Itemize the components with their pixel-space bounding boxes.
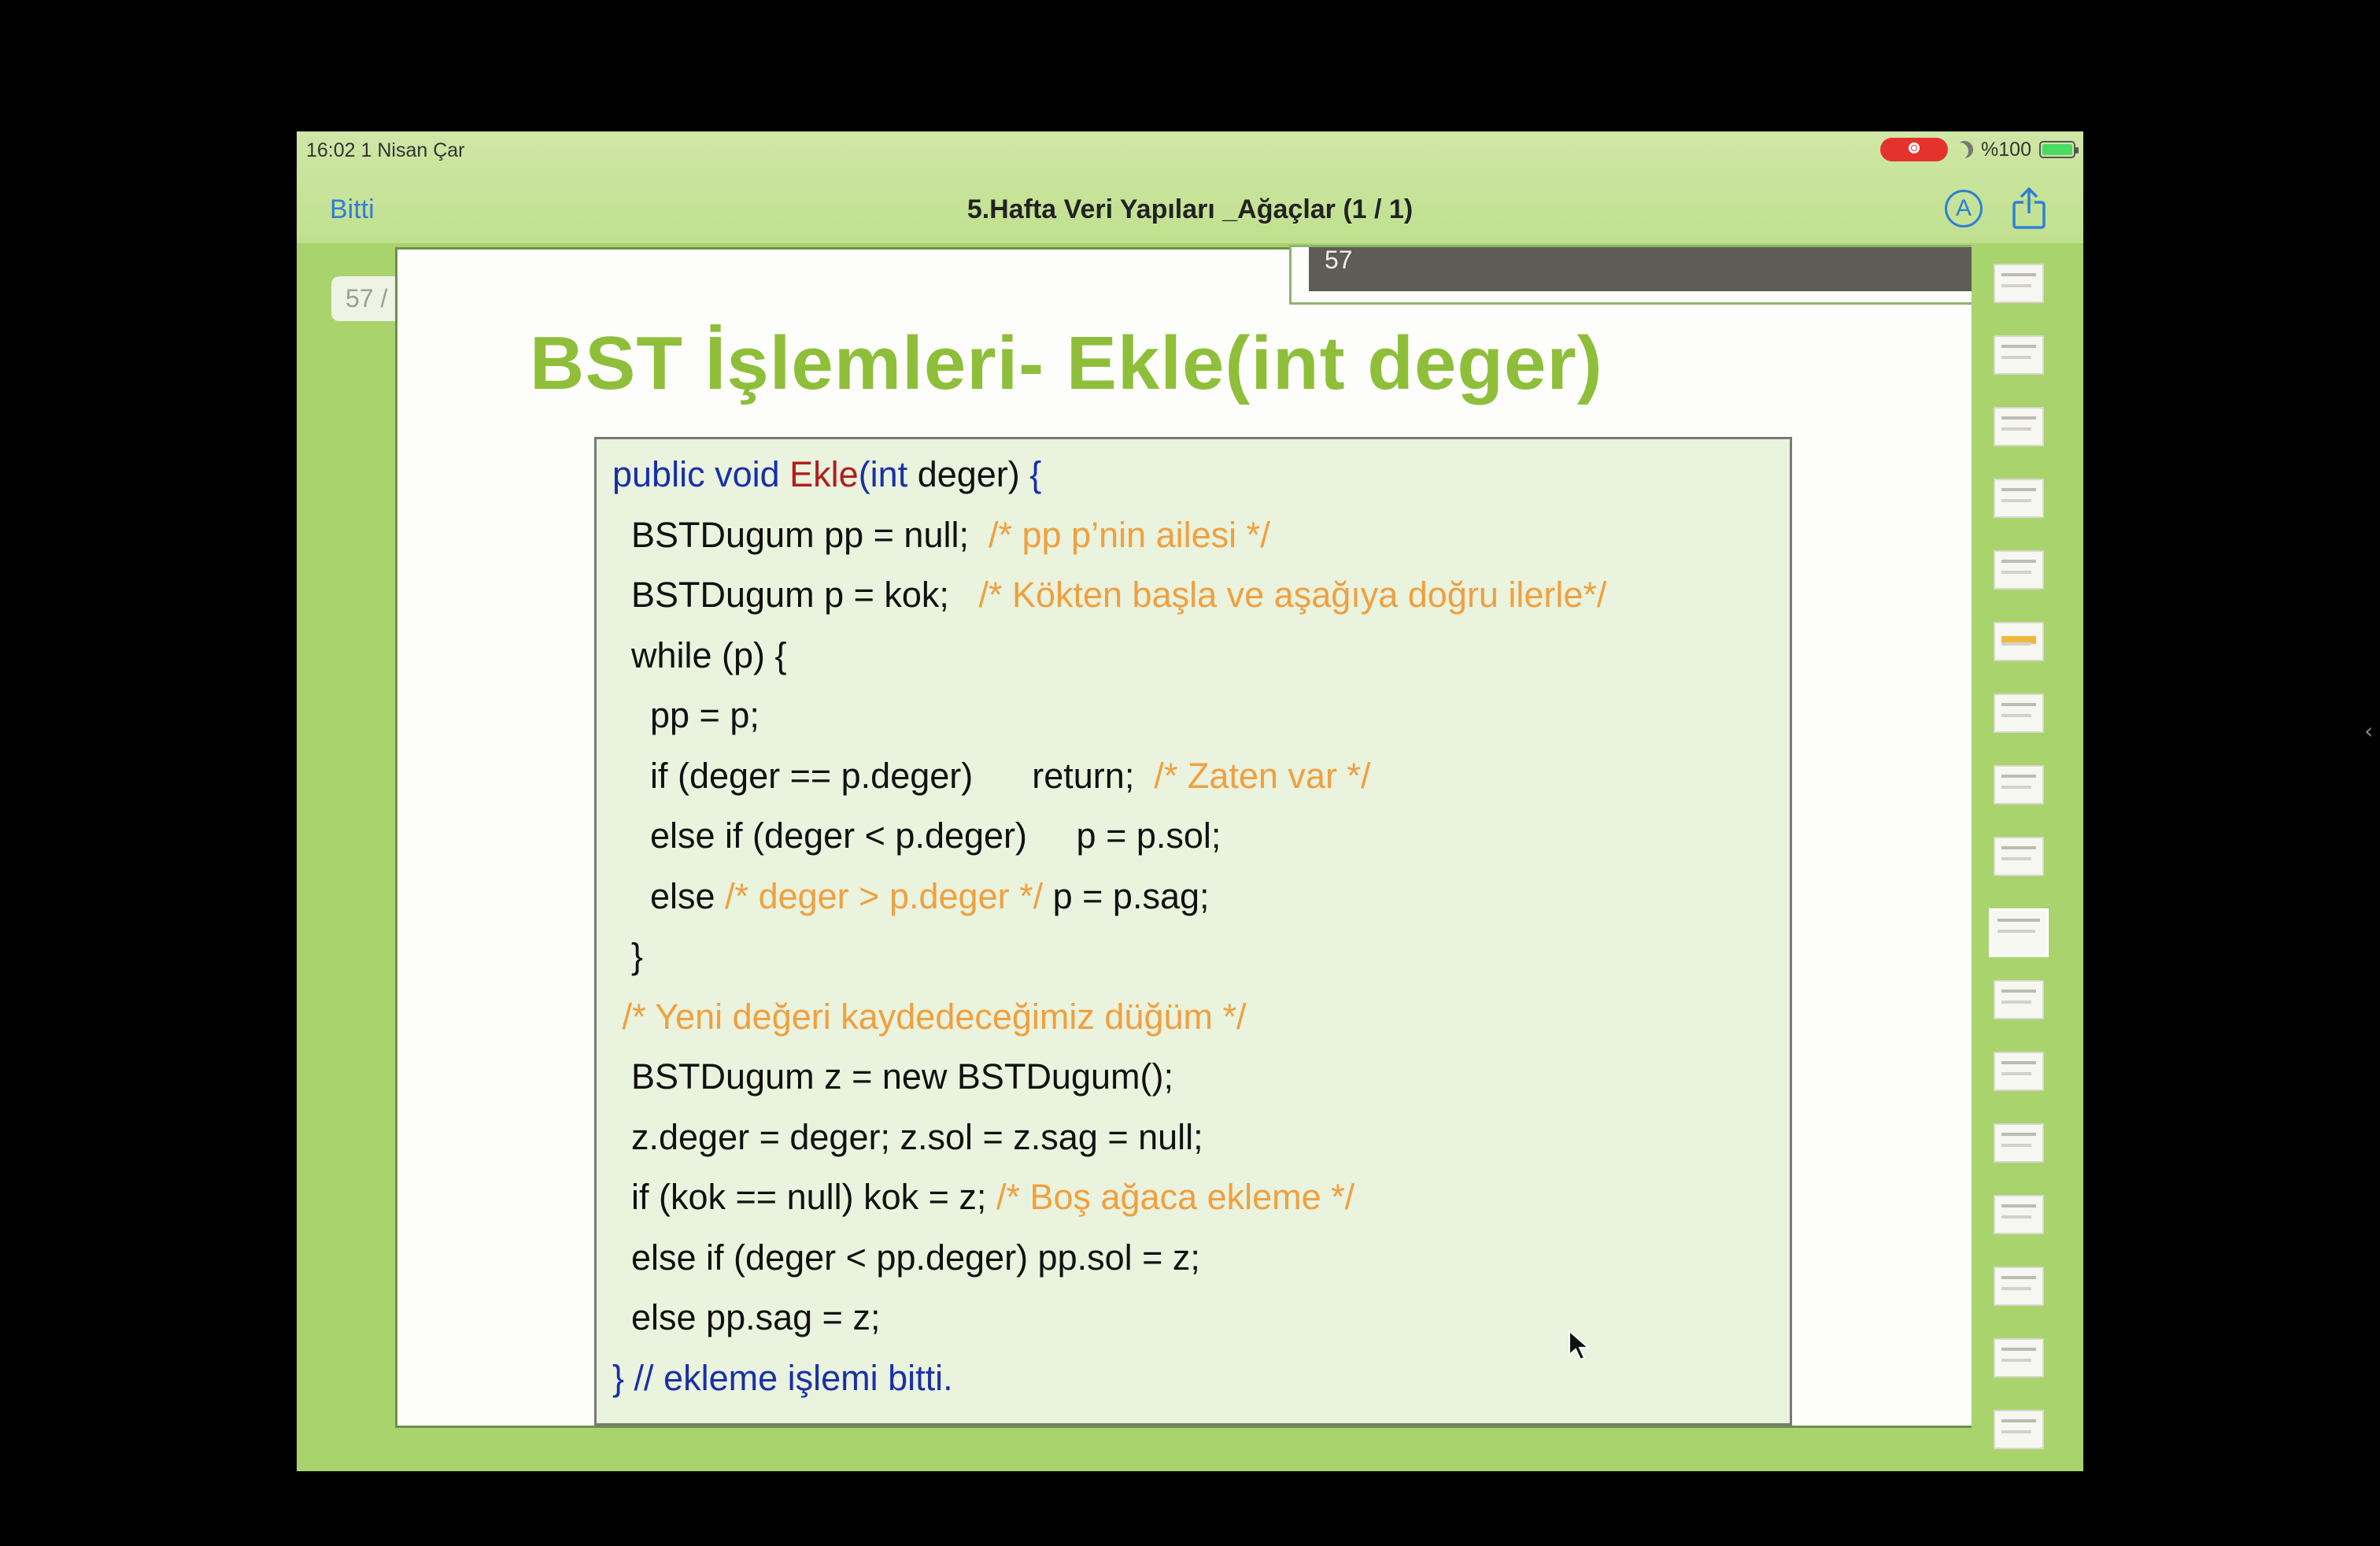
code-line: pp = p; bbox=[650, 688, 759, 743]
page-thumbnail[interactable] bbox=[1989, 908, 2049, 957]
code-token: BSTDugum p = kok; bbox=[631, 575, 979, 615]
code-token: /* Kökten başla ve aşağıya doğru ilerle*… bbox=[978, 575, 1607, 615]
code-line: else if (deger < pp.deger) pp.sol = z; bbox=[631, 1230, 1200, 1285]
status-right: %100 bbox=[1880, 138, 2079, 161]
mouse-cursor-icon bbox=[1569, 1330, 1591, 1361]
status-time-date: 16:02 1 Nisan Çar bbox=[306, 139, 465, 161]
page-thumbnail[interactable] bbox=[1994, 479, 2044, 518]
code-line: BSTDugum z = new BSTDugum(); bbox=[631, 1049, 1173, 1104]
ipad-screen: 16:02 1 Nisan Çar %100 Bitti 5.Hafta Ver… bbox=[297, 131, 2083, 1471]
code-line: else pp.sag = z; bbox=[631, 1290, 880, 1345]
page-thumbnail[interactable] bbox=[1994, 1052, 2044, 1091]
code-token: p = p.sag; bbox=[1043, 875, 1210, 916]
document-title: 5.Hafta Veri Yapıları _Ağaçlar (1 / 1) bbox=[966, 194, 1414, 224]
code-token: public void bbox=[612, 454, 790, 494]
page-thumbnail[interactable] bbox=[1994, 550, 2044, 590]
page-thumbnail[interactable] bbox=[1994, 693, 2044, 733]
code-token: while (p) { bbox=[631, 634, 787, 675]
page-thumbnail[interactable] bbox=[1994, 980, 2044, 1019]
page-thumbnail[interactable] bbox=[1994, 407, 2044, 446]
code-token: { bbox=[1029, 454, 1042, 494]
page-thumbnail[interactable] bbox=[1994, 837, 2044, 876]
code-token: else bbox=[650, 875, 726, 916]
code-line: else /* deger > p.deger */ p = p.sag; bbox=[650, 869, 1210, 924]
code-token: } bbox=[631, 936, 644, 976]
code-line: } bbox=[631, 929, 643, 984]
code-line: z.deger = deger; z.sol = z.sag = null; bbox=[631, 1110, 1203, 1165]
code-token: if (kok == null) kok = z; bbox=[631, 1177, 996, 1217]
code-line: } // ekleme işlemi bitti. bbox=[612, 1351, 953, 1406]
code-line: if (kok == null) kok = z; /* Boş ağaca e… bbox=[631, 1170, 1354, 1225]
moon-icon bbox=[1956, 141, 1973, 158]
share-icon[interactable] bbox=[2009, 187, 2049, 231]
code-line: if (deger == p.deger) return; /* Zaten v… bbox=[650, 749, 1370, 804]
code-token: else if (deger < pp.deger) pp.sol = z; bbox=[631, 1237, 1200, 1278]
code-token: /* Yeni değeri kaydedeceğimiz düğüm */ bbox=[612, 996, 1247, 1037]
page-thumbnail[interactable] bbox=[1994, 1410, 2044, 1449]
page-thumbnail[interactable] bbox=[1994, 335, 2044, 375]
code-line: BSTDugum p = kok; /* Kökten başla ve aşa… bbox=[631, 568, 1606, 623]
code-token: /* deger > p.deger */ bbox=[725, 875, 1044, 916]
page-thumbnail[interactable] bbox=[1994, 622, 2044, 661]
code-token: BSTDugum pp = null; bbox=[631, 514, 989, 555]
page-thumbnail[interactable] bbox=[1994, 264, 2044, 303]
code-line: else if (deger < p.deger) p = p.sol; bbox=[650, 808, 1221, 864]
page-thumbnail[interactable] bbox=[1994, 1267, 2044, 1306]
page-thumbnail[interactable] bbox=[1994, 765, 2044, 804]
page-thumbnail[interactable] bbox=[1994, 1338, 2044, 1378]
code-token: z.deger = deger; z.sol = z.sag = null; bbox=[631, 1116, 1203, 1157]
code-line: /* Yeni değeri kaydedeceğimiz düğüm */ bbox=[612, 989, 1247, 1045]
code-token: deger) bbox=[917, 454, 1030, 494]
code-line: public void Ekle(int deger) { bbox=[612, 447, 1041, 502]
code-token: else if (deger < p.deger) p = p.sol; bbox=[650, 816, 1221, 856]
nav-bar: Bitti 5.Hafta Veri Yapıları _Ağaçlar (1 … bbox=[297, 176, 2083, 243]
code-token: BSTDugum z = new BSTDugum(); bbox=[631, 1056, 1173, 1097]
code-line: BSTDugum pp = null; /* pp p’nin ailesi *… bbox=[631, 508, 1270, 563]
slide-title: BST İşlemleri- Ekle(int deger) bbox=[530, 321, 1603, 405]
code-block: public void Ekle(int deger) { BSTDugum pp… bbox=[594, 437, 1792, 1426]
record-indicator-icon[interactable] bbox=[1880, 138, 1949, 161]
code-line: while (p) { bbox=[631, 628, 787, 683]
code-token: if (deger == p.deger) return; bbox=[650, 755, 1155, 796]
chevron-left-icon[interactable]: ‹ bbox=[2364, 718, 2373, 744]
previous-slide-number: 57 bbox=[1325, 246, 1353, 274]
code-token: /* Zaten var */ bbox=[1154, 755, 1371, 796]
battery-icon bbox=[2039, 141, 2079, 158]
document-view[interactable]: 57 / 100 57 BST İşlemleri- Ekle(int dege… bbox=[297, 243, 2001, 1471]
thumbnail-sidebar[interactable] bbox=[1972, 243, 2083, 1471]
code-token: Ekle bbox=[789, 454, 859, 494]
page-thumbnail[interactable] bbox=[1994, 1195, 2044, 1234]
code-token: pp = p; bbox=[650, 695, 759, 735]
slide-page: 57 BST İşlemleri- Ekle(int deger) public… bbox=[395, 245, 2001, 1428]
markup-icon[interactable] bbox=[1945, 190, 1983, 227]
previous-slide-image: 57 bbox=[1309, 246, 1985, 291]
code-token: } // ekleme işlemi bitti. bbox=[612, 1357, 953, 1398]
status-bar: 16:02 1 Nisan Çar %100 bbox=[297, 131, 2083, 168]
code-token: else pp.sag = z; bbox=[631, 1297, 881, 1337]
code-token: /* pp p’nin ailesi */ bbox=[988, 514, 1270, 555]
page-thumbnail[interactable] bbox=[1994, 1123, 2044, 1163]
battery-percent: %100 bbox=[1981, 138, 2031, 161]
code-token: /* Boş ağaca ekleme */ bbox=[996, 1177, 1355, 1217]
code-token: (int bbox=[858, 454, 918, 494]
previous-slide-edge: 57 bbox=[1289, 245, 2001, 305]
